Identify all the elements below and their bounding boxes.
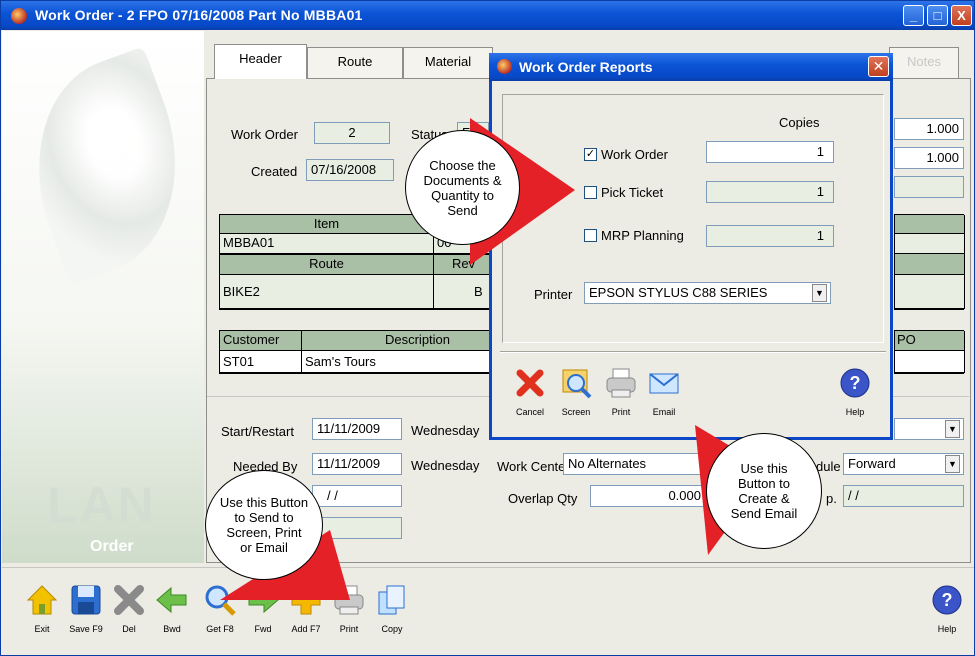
- documents-callout: Choose the Documents & Quantity to Send: [405, 130, 520, 245]
- annotation-arrows: [220, 118, 770, 600]
- email-callout: Use this Button to Create & Send Email: [706, 433, 822, 549]
- email-callout-text: Use this Button to Create & Send Email: [730, 461, 798, 521]
- print-callout: Use this Button to Send to Screen, Print…: [205, 470, 323, 580]
- print-callout-text: Use this Button to Send to Screen, Print…: [219, 495, 309, 555]
- documents-callout-text: Choose the Documents & Quantity to Send: [423, 157, 502, 218]
